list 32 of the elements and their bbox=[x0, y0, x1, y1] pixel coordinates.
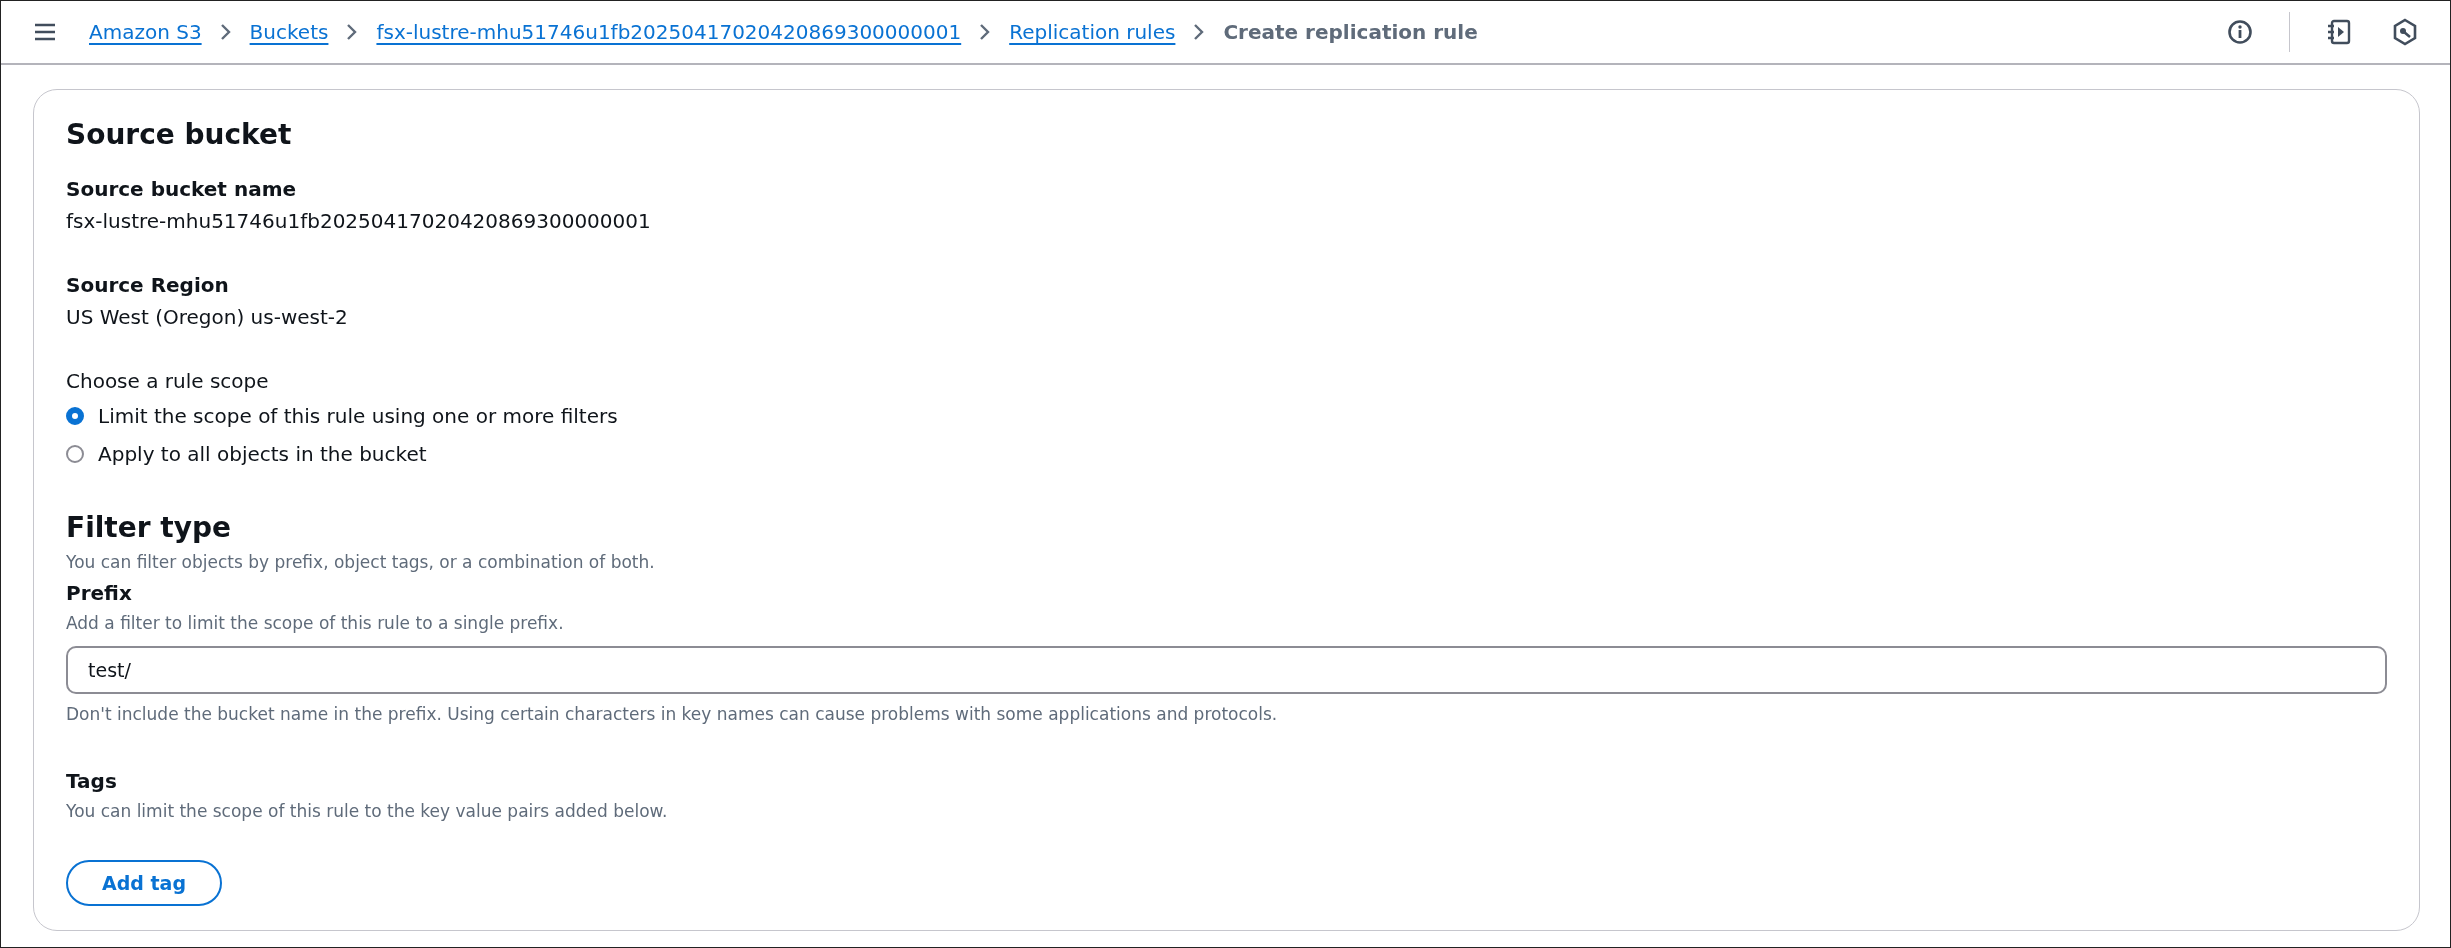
breadcrumb-current: Create replication rule bbox=[1223, 20, 1478, 44]
scope-label: Choose a rule scope bbox=[66, 368, 270, 395]
radio-label[interactable]: Apply to all objects in the bucket bbox=[98, 438, 427, 470]
chevron-right-icon bbox=[346, 23, 359, 41]
field-value: US West (Oregon) us-west-2 bbox=[66, 304, 349, 331]
field-label: Source bucket name bbox=[66, 176, 298, 203]
radio-button[interactable] bbox=[66, 407, 84, 425]
field-hint: You can limit the scope of this rule to the key value pairs added below. bbox=[66, 800, 669, 823]
chevron-right-icon bbox=[979, 23, 992, 41]
notebook-play-icon[interactable] bbox=[2326, 18, 2352, 46]
field-hint: Add a filter to limit the scope of this rule to a single prefix. bbox=[66, 612, 565, 635]
hexagon-icon[interactable] bbox=[2392, 18, 2418, 46]
breadcrumb-link[interactable]: Amazon S3 bbox=[89, 20, 202, 44]
field-label: Tags bbox=[66, 768, 118, 795]
breadcrumb-link[interactable]: Replication rules bbox=[1009, 20, 1176, 44]
section-title: Filter type bbox=[66, 511, 232, 544]
field-help: Don't include the bucket name in the prefix. Using certain characters in key names can cause problems with some applications and protocols. bbox=[66, 703, 1279, 726]
field-value: fsx-lustre-mhu51746u1fb20250417020420869300000001 bbox=[66, 208, 652, 235]
radio-button[interactable] bbox=[66, 445, 84, 463]
field-label: Source Region bbox=[66, 272, 230, 299]
breadcrumb-link[interactable]: fsx-lustre-mhu51746u1fb20250417020420869300000001 bbox=[376, 20, 962, 44]
chevron-right-icon bbox=[219, 23, 232, 41]
field-label: Prefix bbox=[66, 580, 133, 607]
breadcrumb-link[interactable]: Buckets bbox=[249, 20, 329, 44]
section-description: You can filter objects by prefix, object tags, or a combination of both. bbox=[66, 551, 656, 574]
add-tag-button[interactable]: Add tag bbox=[66, 860, 223, 906]
section-title: Source bucket bbox=[66, 118, 293, 151]
prefix-input[interactable]: test/ bbox=[66, 646, 2387, 694]
radio-label[interactable]: Limit the scope of this rule using one or more filters bbox=[98, 400, 618, 432]
chevron-right-icon bbox=[1193, 23, 1206, 41]
menu-icon[interactable] bbox=[33, 22, 57, 42]
info-icon[interactable] bbox=[2227, 19, 2253, 45]
